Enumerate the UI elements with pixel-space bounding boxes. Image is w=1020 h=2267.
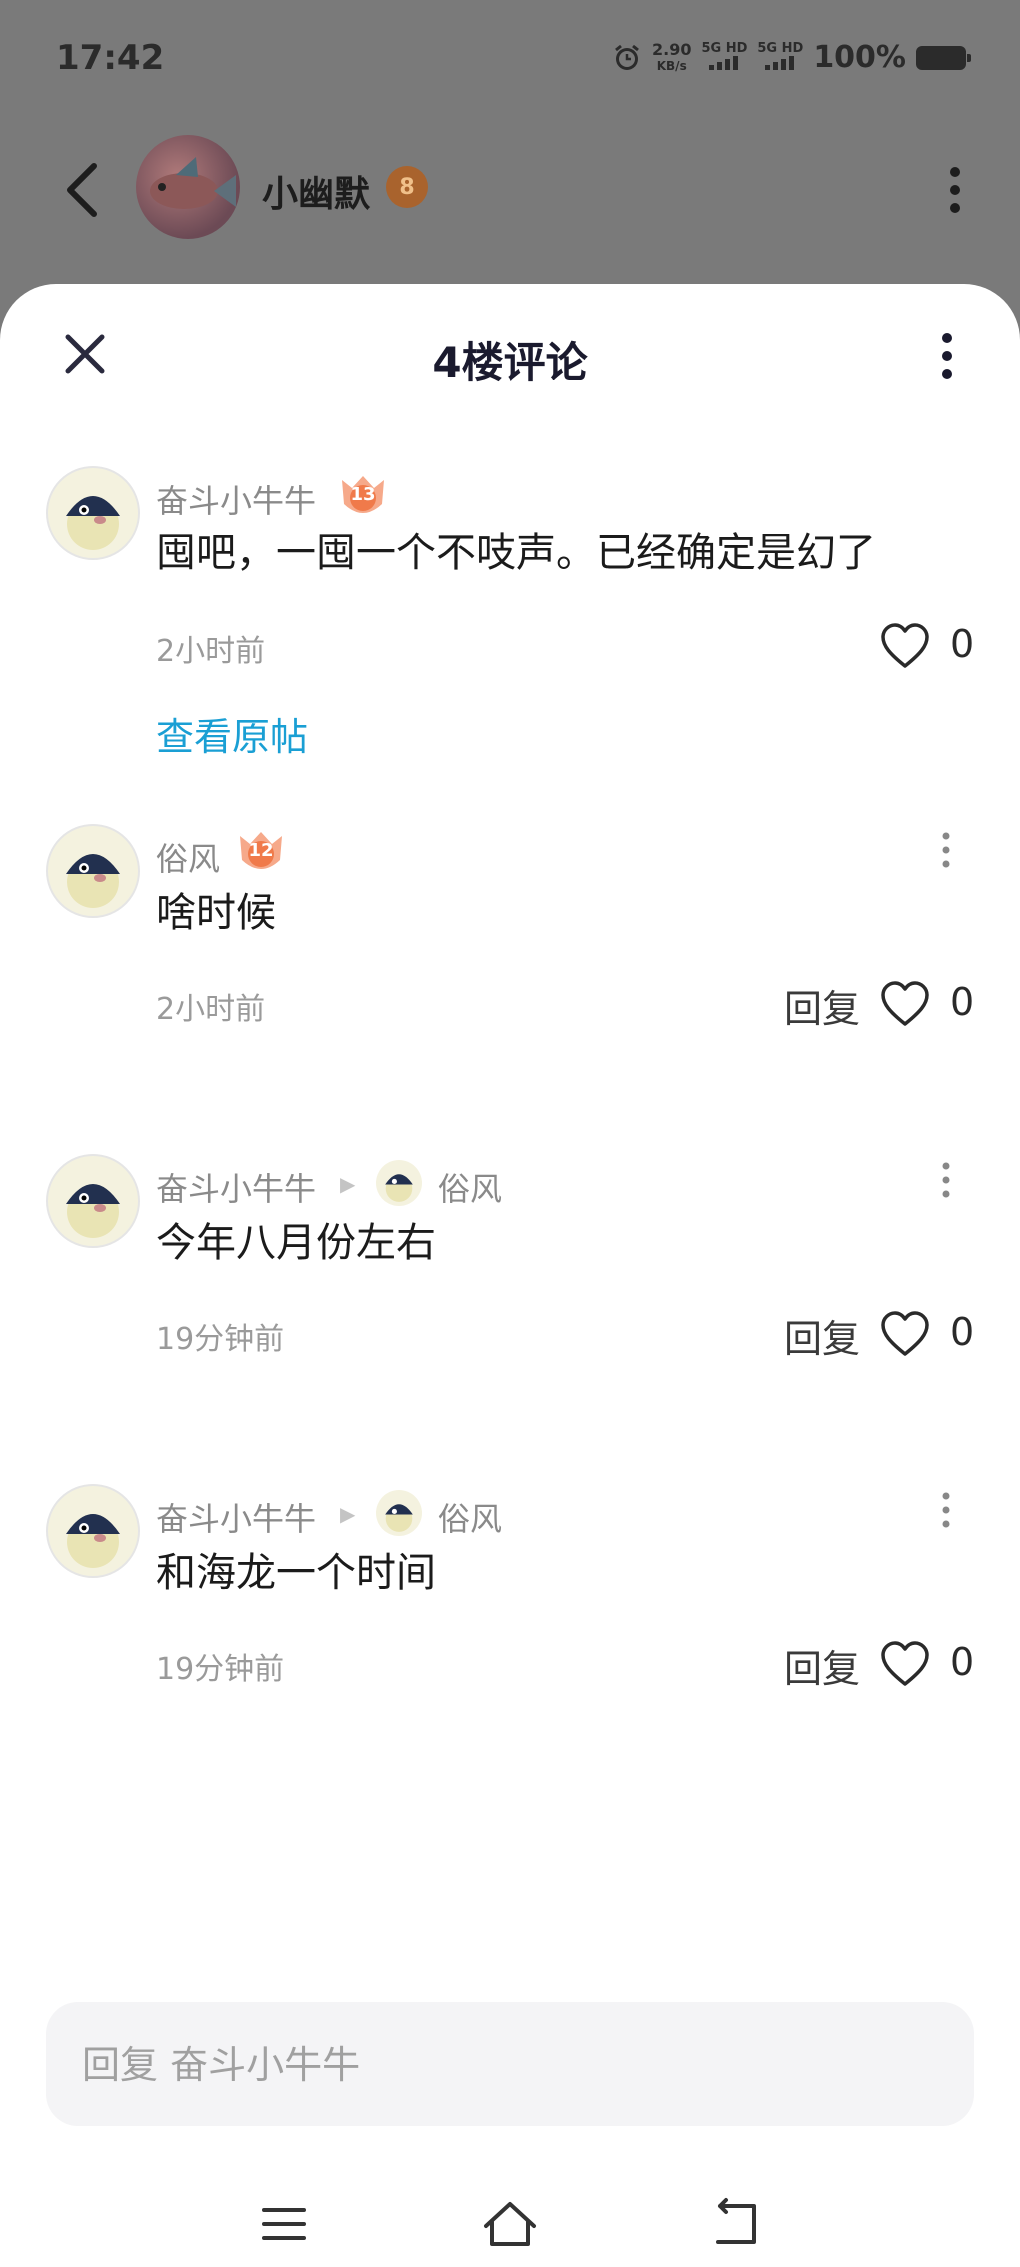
comment-text: 啥时候 — [156, 890, 276, 936]
like-count: 0 — [950, 1640, 975, 1684]
comment-username[interactable]: 奋斗小牛牛 — [156, 1494, 316, 1540]
heart-icon[interactable] — [880, 1310, 930, 1360]
more-vertical-icon[interactable] — [936, 1488, 956, 1532]
more-vertical-icon[interactable] — [934, 328, 960, 384]
comment-text: 囤吧，一囤一个不吱声。已经确定是幻了 — [156, 530, 876, 576]
pufferfish-avatar-icon — [66, 854, 120, 908]
pufferfish-avatar-icon — [385, 1174, 413, 1202]
pufferfish-avatar-icon — [66, 496, 120, 550]
reply-to-avatar — [376, 1490, 422, 1536]
comment-text: 和海龙一个时间 — [156, 1550, 436, 1596]
comment-time: 19分钟前 — [156, 1322, 285, 1357]
more-vertical-icon[interactable] — [936, 1158, 956, 1202]
comment-time: 2小时前 — [156, 634, 266, 669]
net-speed-unit: KB/s — [656, 58, 687, 73]
pufferfish-avatar-icon — [66, 1514, 120, 1568]
status-bar: 17:42 2.90 KB/s 5G HD 5G HD 100% — [0, 0, 1020, 120]
reply-to-arrow-icon: ▶ — [340, 1502, 356, 1526]
comment-username[interactable]: 奋斗小牛牛 — [156, 1164, 316, 1210]
back-icon[interactable] — [706, 2194, 766, 2254]
author-name[interactable]: 小幽默 — [262, 165, 370, 217]
heart-icon[interactable] — [880, 980, 930, 1030]
level-number: 12 — [248, 840, 274, 861]
avatar[interactable] — [46, 1484, 140, 1578]
net-speed: 2.90 KB/s — [652, 41, 691, 75]
like-count: 0 — [950, 980, 975, 1024]
avatar[interactable] — [46, 1154, 140, 1248]
comment-username[interactable]: 俗风 — [156, 834, 220, 880]
like-count: 0 — [950, 1310, 975, 1354]
author-avatar[interactable] — [136, 135, 240, 239]
author-level-badge: 8 — [386, 166, 428, 208]
battery-icon — [916, 45, 971, 70]
signal-bars-icon — [709, 55, 739, 70]
comment-time: 2小时前 — [156, 992, 266, 1027]
reply-button[interactable]: 回复 — [784, 978, 860, 1033]
status-icons: 2.90 KB/s 5G HD 5G HD 100% — [612, 40, 971, 75]
comment-text: 今年八月份左右 — [156, 1220, 436, 1266]
signal-1-label: 5G HD — [701, 40, 748, 56]
battery-percent: 100% — [813, 40, 906, 75]
signal-bars-icon — [765, 55, 795, 70]
level-number: 13 — [350, 484, 376, 505]
comment-username[interactable]: 奋斗小牛牛 — [156, 476, 316, 522]
reply-to-username[interactable]: 俗风 — [438, 1494, 502, 1540]
home-icon[interactable] — [480, 2194, 540, 2254]
more-vertical-icon[interactable] — [940, 160, 970, 220]
like-count: 0 — [950, 622, 975, 666]
net-speed-value: 2.90 — [651, 39, 692, 59]
reply-button[interactable]: 回复 — [784, 1638, 860, 1693]
heart-icon[interactable] — [880, 622, 930, 672]
reply-input[interactable] — [80, 2002, 944, 2128]
more-vertical-icon[interactable] — [936, 828, 956, 872]
signal-2: 5G HD — [757, 40, 804, 74]
system-nav-bar — [0, 2172, 1020, 2267]
view-original-post-link[interactable]: 查看原帖 — [156, 706, 308, 761]
reply-to-username[interactable]: 俗风 — [438, 1164, 502, 1210]
reply-to-avatar — [376, 1160, 422, 1206]
post-header: 小幽默 8 — [0, 130, 1020, 250]
back-arrow-icon[interactable] — [60, 160, 104, 220]
alarm-icon — [615, 44, 639, 70]
fish-avatar-icon — [150, 157, 236, 209]
level-badge: 12 — [234, 830, 288, 876]
avatar[interactable] — [46, 466, 140, 560]
menu-icon[interactable] — [254, 2194, 314, 2254]
sheet-header: 4楼评论 — [0, 284, 1020, 424]
heart-icon[interactable] — [880, 1640, 930, 1690]
reply-to-arrow-icon: ▶ — [340, 1172, 356, 1196]
reply-input-box — [46, 2002, 974, 2128]
level-badge: 13 — [336, 474, 390, 520]
comment-sheet: 4楼评论 奋斗小牛牛 13 囤吧，一囤一个不吱声。已经确定是幻了 2小时前 0 … — [0, 284, 1020, 2267]
status-time: 17:42 — [56, 38, 165, 78]
avatar[interactable] — [46, 824, 140, 918]
pufferfish-avatar-icon — [385, 1504, 413, 1532]
pufferfish-avatar-icon — [66, 1184, 120, 1238]
comment-time: 19分钟前 — [156, 1652, 285, 1687]
reply-button[interactable]: 回复 — [784, 1308, 860, 1363]
signal-2-label: 5G HD — [757, 40, 804, 56]
sheet-title: 4楼评论 — [432, 338, 588, 387]
signal-1: 5G HD — [701, 40, 748, 74]
